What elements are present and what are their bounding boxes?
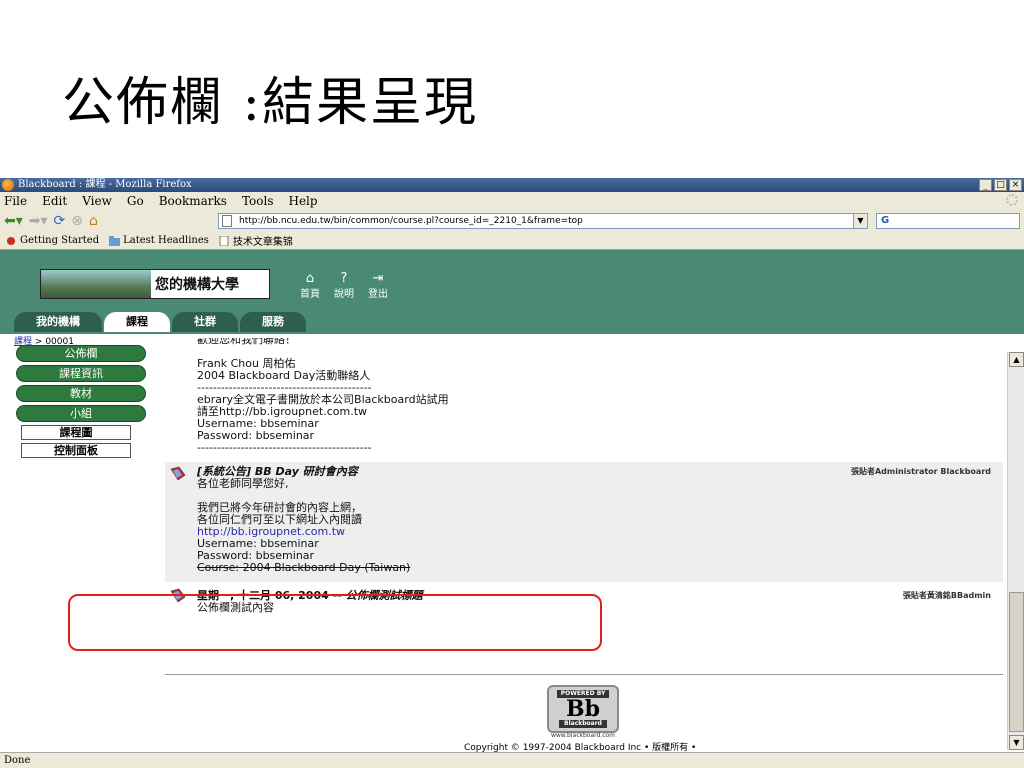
home-icon[interactable]: ⌂ — [89, 213, 98, 229]
institution-logo[interactable]: 您的機構大學 — [40, 269, 270, 299]
search-input[interactable]: G — [876, 213, 1020, 229]
menu-view[interactable]: View — [82, 194, 112, 208]
scroll-up-button[interactable]: ▲ — [1009, 352, 1024, 367]
page-icon — [222, 215, 232, 227]
menu-course-map[interactable]: 課程圖 — [21, 425, 131, 440]
menu-go[interactable]: Go — [127, 194, 144, 208]
campus-image — [41, 270, 151, 298]
menu-materials[interactable]: 教材 — [16, 385, 146, 402]
url-dropdown-icon[interactable]: ▼ — [853, 214, 867, 228]
announcement-poster: 張貼者黃清銘BBadmin — [902, 591, 991, 600]
url-bar[interactable]: http://bb.ncu.edu.tw/bin/common/course.p… — [218, 213, 868, 229]
scroll-down-button[interactable]: ▼ — [1009, 735, 1024, 750]
menu-bookmarks[interactable]: Bookmarks — [159, 194, 227, 208]
announcement-item: 歡迎您和我們聯絡！ Frank Chou 周柏佑 2004 Blackboard… — [165, 338, 1003, 462]
menu-help[interactable]: Help — [288, 194, 317, 208]
help-icon: ? — [340, 271, 348, 286]
back-button[interactable]: ⬅▾ — [4, 213, 23, 229]
menu-bar: File Edit View Go Bookmarks Tools Help — [0, 192, 1024, 210]
throbber-icon — [1006, 194, 1018, 206]
menu-groups[interactable]: 小組 — [16, 405, 146, 422]
menu-control-panel[interactable]: 控制面板 — [21, 443, 131, 458]
url-text: http://bb.ncu.edu.tw/bin/common/course.p… — [239, 216, 583, 226]
reload-icon[interactable]: ⟳ — [54, 213, 66, 229]
navigation-toolbar: ⬅▾ ➡▾ ⟳ ⊗ ⌂ http://bb.ncu.edu.tw/bin/com… — [0, 210, 1024, 232]
copyright-text: Copyright © 1997-2004 Blackboard Inc • 版… — [464, 743, 697, 752]
tab-courses[interactable]: 課程 — [104, 312, 170, 332]
menu-tools[interactable]: Tools — [242, 194, 274, 208]
bookmark-latest-headlines[interactable]: Latest Headlines — [109, 235, 209, 246]
slide-title: 公佈欄 :結果呈現 — [62, 73, 479, 133]
firefox-icon — [2, 179, 14, 191]
stop-icon[interactable]: ⊗ — [71, 213, 83, 229]
menu-edit[interactable]: Edit — [42, 194, 67, 208]
highlight-annotation — [68, 594, 602, 651]
window-title: Blackboard : 課程 - Mozilla Firefox — [18, 179, 192, 190]
announcement-icon — [170, 466, 186, 481]
powered-by-blackboard-badge[interactable]: POWERED BY Bb Blackboard — [547, 685, 619, 733]
home-link[interactable]: ⌂ 首頁 — [300, 272, 320, 300]
getting-started-icon — [7, 236, 15, 245]
menu-file[interactable]: File — [4, 194, 27, 208]
menu-course-info[interactable]: 課程資訊 — [16, 365, 146, 382]
status-bar: Done — [0, 752, 1024, 768]
home-icon: ⌂ — [305, 271, 315, 286]
vertical-scrollbar[interactable]: ▲ ▼ — [1007, 352, 1024, 750]
page-content: 您的機構大學 ⌂ 首頁 ? 說明 ⇥ 登出 我的機構 課程 社群 服務 課程 >… — [0, 250, 1024, 752]
scroll-thumb[interactable] — [1009, 592, 1024, 732]
logout-link[interactable]: ⇥ 登出 — [368, 272, 388, 300]
help-link[interactable]: ? 說明 — [334, 272, 354, 300]
browser-window: Blackboard : 課程 - Mozilla Firefox _ □ × … — [0, 178, 1024, 768]
forward-button[interactable]: ➡▾ — [29, 213, 48, 229]
announcement-poster: 張貼者Administrator Blackboard — [850, 467, 991, 476]
blackboard-header: 您的機構大學 ⌂ 首頁 ? 說明 ⇥ 登出 我的機構 課程 社群 服務 — [0, 250, 1024, 334]
announcement-item: [系統公告] BB Day 研討會內容 張貼者Administrator Bla… — [165, 462, 1003, 582]
rss-folder-icon — [109, 235, 121, 246]
bookmark-getting-started[interactable]: Getting Started — [6, 235, 99, 246]
logout-icon: ⇥ — [372, 271, 384, 286]
course-menu: 公佈欄 課程資訊 教材 小組 課程圖 控制面板 — [16, 345, 146, 461]
logo-text: 您的機構大學 — [155, 277, 239, 293]
page-icon — [219, 235, 229, 246]
minimize-button[interactable]: _ — [979, 179, 992, 191]
close-button[interactable]: × — [1009, 179, 1022, 191]
tab-community[interactable]: 社群 — [172, 312, 238, 332]
maximize-button[interactable]: □ — [994, 179, 1007, 191]
bookmark-tech-articles[interactable]: 技术文章集锦 — [219, 233, 293, 248]
blackboard-url: www.blackboard.com — [550, 732, 616, 739]
window-titlebar: Blackboard : 課程 - Mozilla Firefox _ □ × — [0, 178, 1024, 192]
menu-announcements[interactable]: 公佈欄 — [16, 345, 146, 362]
bookmarks-toolbar: Getting Started Latest Headlines 技术文章集锦 — [0, 232, 1024, 250]
tab-my-institution[interactable]: 我的機構 — [14, 312, 102, 332]
tab-services[interactable]: 服務 — [240, 312, 306, 332]
footer-divider — [165, 674, 1003, 675]
